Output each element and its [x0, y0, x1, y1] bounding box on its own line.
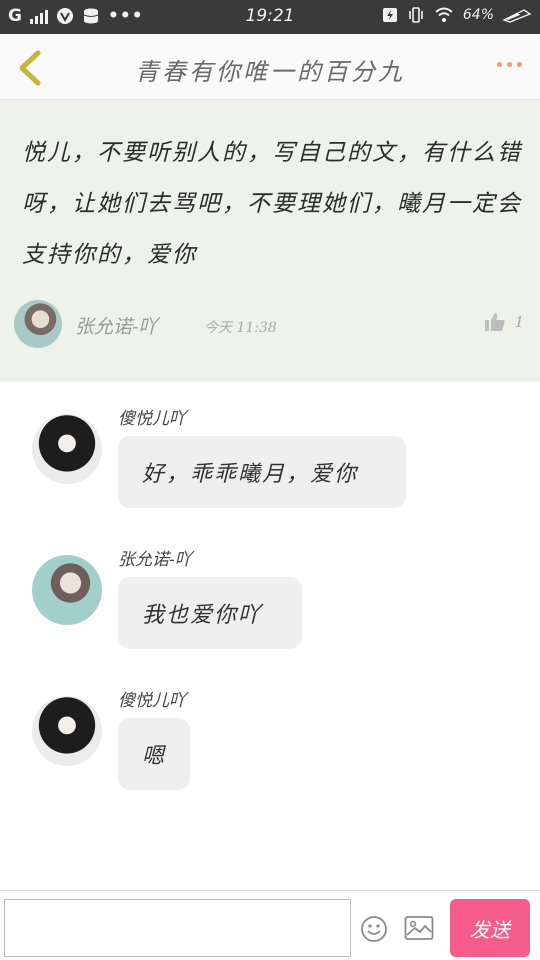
more-dots-icon: •••: [107, 6, 144, 26]
comment-bubble: 嗯: [118, 718, 190, 790]
avatar[interactable]: [14, 300, 62, 348]
app-header: 青春有你唯一的百分九: [0, 34, 540, 100]
more-dots-icon[interactable]: [497, 62, 522, 67]
status-left: G •••: [8, 6, 144, 26]
comment-author[interactable]: 傻悦儿吖: [118, 404, 186, 429]
wifi-icon: [435, 7, 453, 22]
post-card: 悦儿，不要听别人的，写自己的文，有什么错呀，让她们去骂吧，不要理她们，曦月一定会…: [0, 100, 540, 382]
avatar[interactable]: [32, 696, 102, 766]
carrier-label: G: [8, 6, 22, 26]
post-text: 悦儿，不要听别人的，写自己的文，有什么错呀，让她们去骂吧，不要理她们，曦月一定会…: [22, 140, 522, 268]
like-count: 1: [514, 313, 524, 331]
post-author[interactable]: 张允诺-吖: [75, 312, 157, 339]
battery-saver-icon: [382, 8, 397, 22]
page-title: 青春有你唯一的百分九: [135, 58, 405, 86]
post-time: 今天 11:38: [204, 320, 277, 336]
signal-icon: [29, 8, 48, 24]
composer-bar: 发送: [0, 890, 540, 960]
image-icon[interactable]: [404, 915, 434, 941]
comment-author[interactable]: 傻悦儿吖: [118, 686, 186, 711]
message-input[interactable]: [4, 899, 351, 957]
emoji-icon[interactable]: [360, 915, 388, 943]
vpn-icon: [56, 8, 73, 24]
chevron-left-icon[interactable]: [12, 48, 48, 88]
status-bar: G ••• 19:21 64%: [0, 0, 540, 34]
comment-bubble: 我也爱你吖: [118, 577, 302, 649]
vibrate-icon: [409, 7, 423, 23]
storage-icon: [83, 8, 99, 24]
comment-author[interactable]: 张允诺-吖: [118, 545, 192, 570]
send-button[interactable]: 发送: [450, 899, 530, 957]
battery-label: 64%: [462, 7, 494, 23]
status-right: 64%: [381, 6, 532, 24]
thumbs-up-icon: [485, 313, 506, 331]
avatar[interactable]: [32, 414, 102, 484]
comment-bubble: 好，乖乖曦月，爱你: [118, 436, 406, 508]
battery-icon: [502, 9, 532, 23]
avatar[interactable]: [32, 555, 102, 625]
like-button[interactable]: 1: [484, 312, 524, 332]
